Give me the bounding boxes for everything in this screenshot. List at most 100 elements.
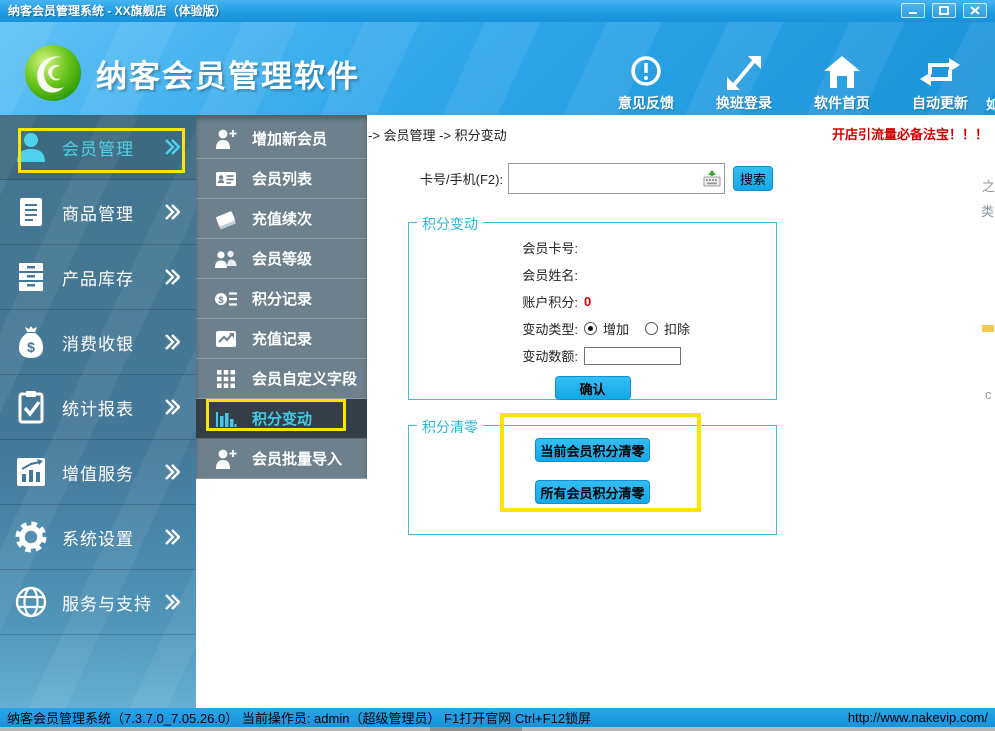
maximize-icon [939,6,949,15]
sidebar-item-member-management[interactable]: 会员管理 [0,115,196,180]
user-plus-icon [212,128,240,150]
submenu-item-label: 积分变动 [252,408,312,429]
breadcrumb: -> 会员管理 -> 积分变动 [368,125,507,144]
edge-fragment: 类 [981,201,994,220]
sidebar-item-label: 服务与支持 [62,590,164,615]
sidebar-item-reports[interactable]: 统计报表 [0,375,196,440]
chevron-right-icon [164,203,180,221]
card-search-label: 卡号/手机(F2): [420,169,503,188]
radio-subtract-label: 扣除 [664,319,690,338]
submenu-item-custom-fields[interactable]: 会员自定义字段 [196,359,367,399]
home-icon [801,54,883,90]
clear-all-members-points-button[interactable]: 所有会员积分清零 [535,480,650,504]
radio-add-label: 增加 [603,319,629,338]
status-bar: 纳客会员管理系统（7.3.7.0_7.05.26.0） 当前操作员: admin… [0,708,995,727]
card-search-input-wrap [508,163,725,194]
chevron-right-icon [164,138,180,156]
account-points-value: 0 [584,294,591,309]
keyboard-icon[interactable] [703,169,721,187]
edge-fragment: c [985,387,992,402]
points-clear-panel: 积分清零 当前会员积分清零 所有会员积分清零 [408,425,777,535]
member-card-row: 会员卡号: [409,234,776,261]
sidebar-item-settings[interactable]: 系统设置 [0,505,196,570]
change-type-label: 变动类型: [409,319,578,338]
chevron-right-icon [164,268,180,286]
submenu-item-label: 充值续次 [252,208,312,229]
maximize-button[interactable] [932,3,956,18]
submenu-item-recharge-record[interactable]: 充值记录 [196,319,367,359]
auto-update-label: 自动更新 [899,93,981,113]
submenu-item-points-record[interactable]: $ 积分记录 [196,279,367,319]
submenu-item-label: 会员自定义字段 [252,368,357,389]
search-button[interactable]: 搜索 [733,166,773,191]
auto-update-button[interactable]: 自动更新 [899,54,981,113]
member-card-label: 会员卡号: [409,238,578,257]
chart-growth-icon [12,456,50,488]
change-type-row: 变动类型: 增加 扣除 [409,315,776,342]
submenu-item-points-change[interactable]: 积分变动 [196,399,367,439]
submenu-item-batch-import[interactable]: 会员批量导入 [196,439,367,479]
minimize-button[interactable] [901,3,925,18]
shift-login-label: 换班登录 [703,93,785,113]
clipboard-check-icon [12,390,50,424]
submenu-item-recharge[interactable]: 充值续次 [196,199,367,239]
shift-login-icon [703,54,785,90]
bar-chart-icon [212,409,240,429]
submenu-item-label: 增加新会员 [252,128,327,149]
submenu-item-label: 会员等级 [252,248,312,269]
submenu-item-member-level[interactable]: 会员等级 [196,239,367,279]
close-button[interactable] [963,3,987,18]
points-change-legend: 积分变动 [417,214,483,234]
clear-current-member-points-button[interactable]: 当前会员积分清零 [535,438,650,462]
chevron-right-icon [164,463,180,481]
user-import-icon [212,448,240,470]
feedback-icon [605,54,687,90]
sidebar-item-value-added[interactable]: 增值服务 [0,440,196,505]
window-controls [901,3,987,18]
logo-sphere-icon [22,42,84,104]
submenu-item-add-member[interactable]: 增加新会员 [196,119,367,159]
status-url[interactable]: http://www.nakevip.com/ [848,710,988,725]
svg-text:$: $ [27,339,35,355]
sidebar-item-label: 统计报表 [62,395,164,420]
close-icon [970,6,980,15]
sidebar-item-label: 消费收银 [62,330,164,355]
minimize-icon [908,7,918,15]
gear-icon [12,520,50,554]
globe-icon [12,585,50,619]
chevron-right-icon [164,528,180,546]
points-change-panel: 积分变动 会员卡号: 会员姓名: 账户积分: 0 变动类型: 增加 扣除 变动数… [408,222,777,400]
sidebar-item-label: 系统设置 [62,525,164,550]
edge-fragment: 如 [986,94,995,113]
chart-record-icon [212,329,240,349]
cabinet-icon [12,261,50,293]
submenu-item-member-list[interactable]: 会员列表 [196,159,367,199]
status-left-text: 纳客会员管理系统（7.3.7.0_7.05.26.0） 当前操作员: admin… [7,708,591,727]
sidebar-item-label: 产品库存 [62,265,164,290]
change-amount-input[interactable] [584,347,681,365]
coin-list-icon: $ [212,289,240,309]
home-button[interactable]: 软件首页 [801,54,883,113]
change-amount-label: 变动数额: [409,346,578,365]
feedback-button[interactable]: 意见反馈 [605,54,687,113]
member-name-row: 会员姓名: [409,261,776,288]
promo-text: 开店引流量必备法宝！！！ [832,124,988,143]
header-actions: 意见反馈 换班登录 软件首页 [605,54,981,113]
shift-login-button[interactable]: 换班登录 [703,54,785,113]
confirm-button[interactable]: 确认 [555,376,631,400]
sidebar-item-label: 增值服务 [62,460,164,485]
radio-subtract[interactable] [645,322,658,335]
sidebar-item-product-management[interactable]: 商品管理 [0,180,196,245]
sidebar-item-support[interactable]: 服务与支持 [0,570,196,635]
radio-add[interactable] [584,322,597,335]
sidebar-item-inventory[interactable]: 产品库存 [0,245,196,310]
app-logo: 纳客会员管理软件 [22,42,360,104]
account-points-label: 账户积分: [409,292,578,311]
auto-update-icon [899,54,981,90]
card-search-input[interactable] [508,163,725,194]
search-row: 卡号/手机(F2): 搜索 [420,163,773,194]
user-icon [12,131,50,163]
submenu-item-label: 会员列表 [252,168,312,189]
sidebar-item-cashier[interactable]: $ 消费收银 [0,310,196,375]
sidebar-item-label: 商品管理 [62,200,164,225]
